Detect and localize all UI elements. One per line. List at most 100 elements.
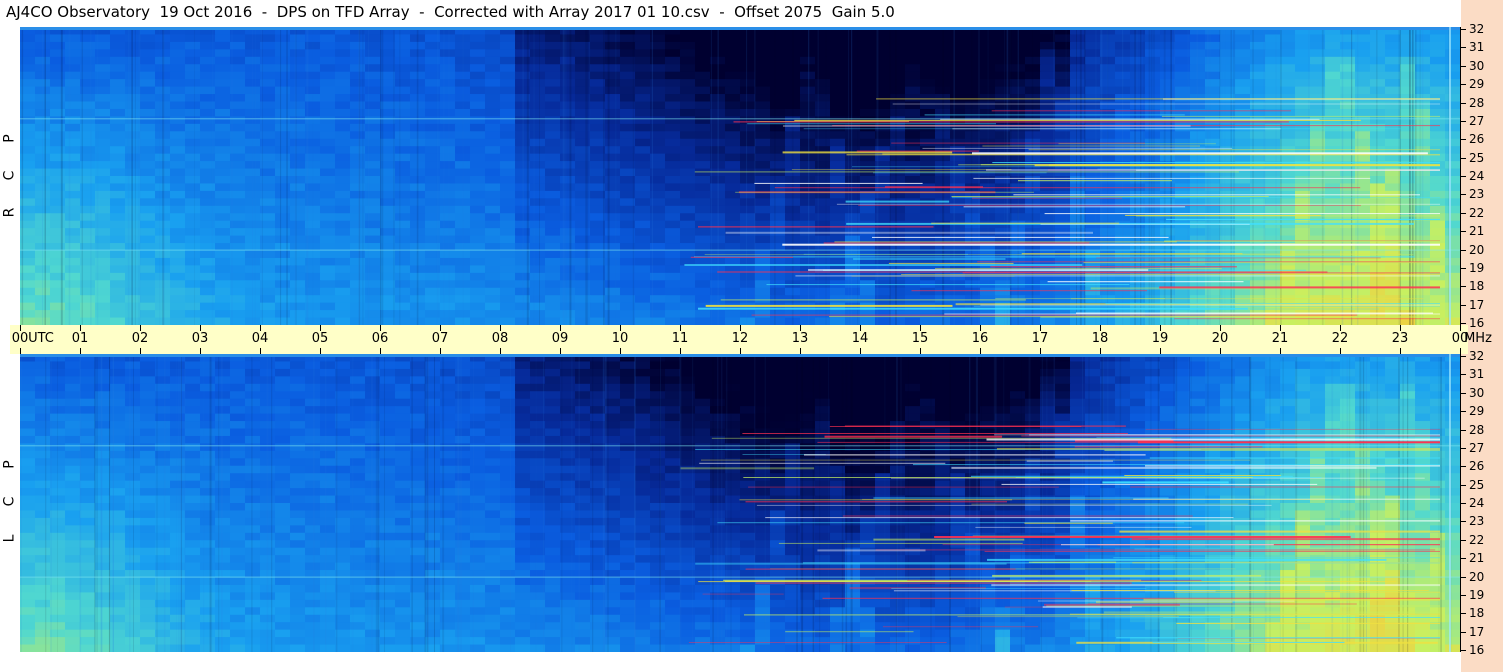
spectrogram-cell: [320, 190, 336, 199]
spectrogram-cell: [1145, 123, 1161, 132]
spectrogram-streak: [588, 27, 591, 325]
spectrogram-cell: [440, 161, 456, 170]
spectrogram-cell: [845, 361, 861, 370]
spectrogram-cell: [665, 94, 681, 103]
spectrogram-streak: [615, 27, 617, 325]
spectrogram-cell: [650, 361, 666, 370]
spectrogram-cell: [575, 272, 591, 281]
spectrogram-cell: [65, 287, 81, 296]
spectrogram-cell: [485, 391, 501, 400]
spectrogram-cell: [290, 64, 306, 73]
spectrogram-cell: [1445, 317, 1460, 325]
spectrogram-cell: [680, 302, 696, 311]
spectrogram-cell: [170, 79, 186, 88]
spectrogram-cell: [635, 138, 651, 147]
spectrogram-cell: [1265, 398, 1281, 407]
spectrogram-cell: [290, 41, 306, 50]
spectrogram-cell: [365, 41, 381, 50]
spectrogram-cell: [545, 138, 561, 147]
spectrogram-cell: [485, 138, 501, 147]
spectrogram-cell: [605, 71, 621, 80]
spectrogram-streak: [163, 27, 165, 325]
spectrogram-cell: [1385, 213, 1401, 222]
spectrogram-cell: [1385, 398, 1401, 407]
spectrogram-cell: [1295, 383, 1311, 392]
spectrogram-cell: [935, 376, 951, 385]
spectrogram-cell: [575, 383, 591, 392]
spectrogram-cell: [755, 153, 771, 162]
spectrogram-cell: [530, 123, 546, 132]
spectrogram-cell: [1385, 101, 1401, 110]
spectrogram-cell: [1445, 101, 1460, 110]
spectrogram-cell: [1085, 317, 1101, 325]
spectrogram-cell: [740, 123, 756, 132]
spectrogram-cell: [485, 376, 501, 385]
spectrogram-cell: [140, 317, 156, 325]
spectrogram-cell: [50, 228, 66, 237]
spectrogram-cell: [65, 391, 81, 400]
spectrogram-cell: [140, 49, 156, 58]
spectrogram-cell: [1130, 376, 1146, 385]
spectrogram-cell: [1025, 376, 1041, 385]
spectrogram-cell: [995, 235, 1011, 244]
spectrogram-cell: [815, 79, 831, 88]
spectrogram-streak: [1106, 27, 1108, 325]
spectrogram-cell: [320, 287, 336, 296]
spectrogram-streak: [1148, 27, 1151, 325]
spectrogram-cell: [1025, 391, 1041, 400]
interference-line: [924, 114, 1185, 116]
spectrogram-cell: [1430, 146, 1446, 155]
spectrogram-cell: [140, 398, 156, 407]
spectrogram-cell: [665, 376, 681, 385]
spectrogram-streak: [137, 27, 139, 325]
spectrogram-cell: [290, 376, 306, 385]
spectrogram-cell: [755, 272, 771, 281]
spectrogram-cell: [1055, 108, 1071, 117]
spectrogram-cell: [65, 94, 81, 103]
spectrogram-cell: [665, 161, 681, 170]
spectrogram-cell: [1085, 295, 1101, 304]
spectrogram-cell: [500, 116, 516, 125]
spectrogram-cell: [1310, 406, 1326, 415]
interference-line: [1125, 214, 1321, 216]
spectrogram-cell: [365, 34, 381, 43]
spectrogram-cell: [890, 56, 906, 65]
spectrogram-streak: [382, 27, 384, 325]
spectrogram-cell: [665, 205, 681, 214]
spectrogram-cell: [530, 49, 546, 58]
spectrogram-cell: [605, 302, 621, 311]
spectrogram-cell: [755, 101, 771, 110]
spectrogram-cell: [575, 161, 591, 170]
spectrogram-cell: [845, 406, 861, 415]
interference-line: [782, 151, 953, 154]
spectrogram-cell: [530, 183, 546, 192]
spectrogram-cell: [1220, 361, 1236, 370]
spectrogram-cell: [1385, 79, 1401, 88]
spectrogram-cell: [1385, 265, 1401, 274]
spectrogram-cell: [365, 213, 381, 222]
spectrogram-cell: [1295, 56, 1311, 65]
spectrogram-cell: [920, 94, 936, 103]
spectrogram-cell: [215, 108, 231, 117]
spectrogram-cell: [920, 108, 936, 117]
spectrogram-cell: [1055, 398, 1071, 407]
spectrogram-cell: [320, 176, 336, 185]
spectrogram-cell: [50, 116, 66, 125]
spectrogram-cell: [290, 413, 306, 422]
spectrogram-cell: [1085, 49, 1101, 58]
spectrogram-cell: [470, 64, 486, 73]
spectrogram-cell: [485, 287, 501, 296]
spectrogram-streak: [1421, 27, 1424, 325]
spectrogram-cell: [575, 146, 591, 155]
spectrogram-cell: [755, 383, 771, 392]
interference-line: [1166, 218, 1440, 220]
spectrogram-cell: [635, 123, 651, 132]
spectrogram-cell: [1145, 34, 1161, 43]
spectrogram-cell: [1430, 406, 1446, 415]
spectrogram-cell: [1445, 94, 1460, 103]
spectrogram-cell: [560, 250, 576, 259]
spectrogram-cell: [395, 257, 411, 266]
spectrogram-cell: [770, 34, 786, 43]
spectrogram-cell: [65, 71, 81, 80]
spectrogram-cell: [560, 205, 576, 214]
